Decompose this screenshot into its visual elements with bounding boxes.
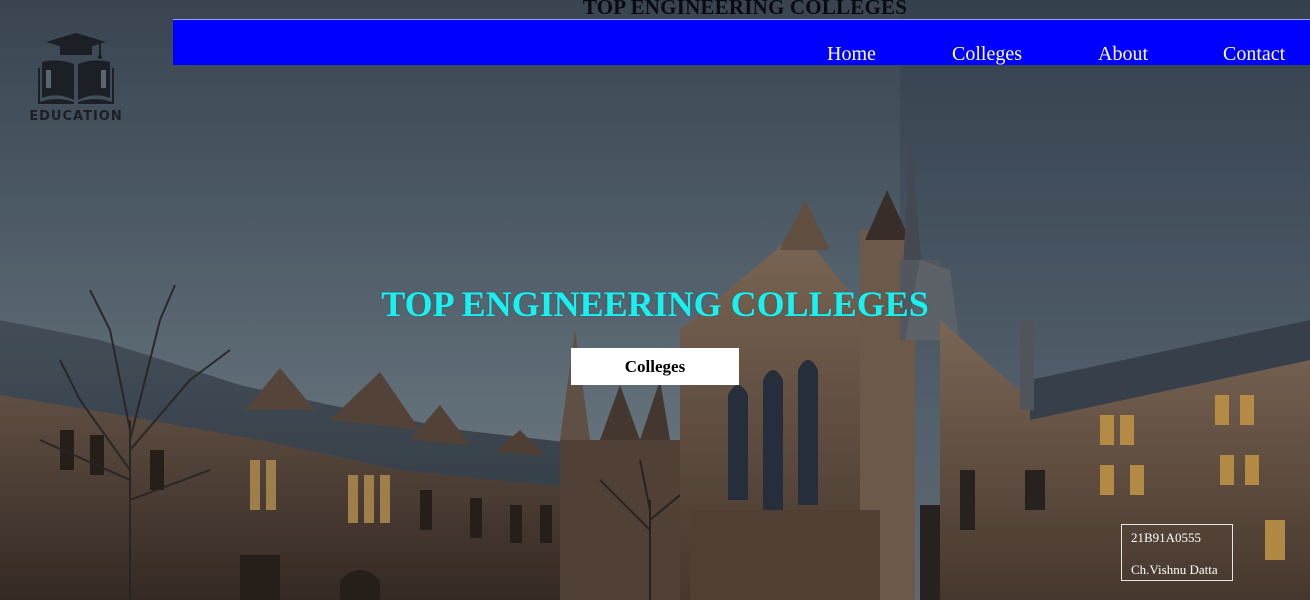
logo-text: EDUCATION	[29, 109, 123, 124]
top-navbar: Home Colleges About Contact	[173, 19, 1310, 65]
nav-link-home[interactable]: Home	[827, 42, 876, 66]
graduation-cap-book-icon	[38, 33, 114, 104]
hero-title: TOP ENGINEERING COLLEGES	[381, 284, 929, 324]
nav-link-contact[interactable]: Contact	[1223, 42, 1285, 66]
student-info-box: 21B91A0555 Ch.Vishnu Datta	[1121, 524, 1233, 581]
page-header-title: TOP ENGINEERING COLLEGES	[582, 0, 908, 19]
nav-link-about[interactable]: About	[1098, 42, 1148, 66]
student-name: Ch.Vishnu Datta	[1131, 562, 1218, 577]
nav-link-colleges[interactable]: Colleges	[952, 42, 1022, 66]
education-logo[interactable]: EDUCATION	[20, 32, 132, 132]
student-roll-number: 21B91A0555	[1131, 530, 1202, 545]
colleges-button[interactable]: Colleges	[571, 348, 739, 385]
